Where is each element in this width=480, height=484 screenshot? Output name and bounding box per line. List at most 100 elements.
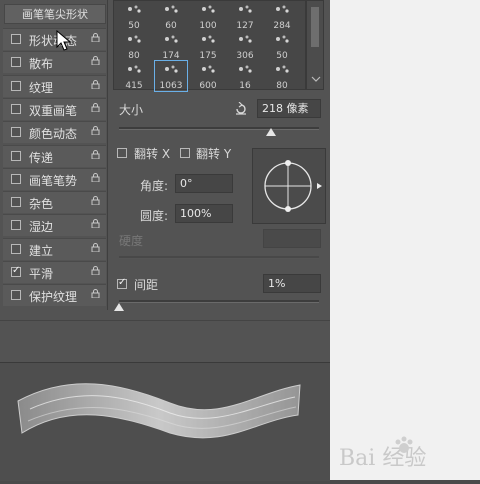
sidebar-item[interactable]: 形状动态 [3,28,106,50]
canvas-area [330,0,480,480]
sidebar-item-checkbox[interactable] [11,243,21,254]
lock-icon[interactable] [91,33,100,42]
brush-preset[interactable]: 175 [192,31,224,61]
sidebar-item[interactable]: 纹理 [3,74,106,97]
size-input[interactable]: 218 像素 [257,99,321,118]
lock-icon[interactable] [91,126,100,136]
sidebar-item-checkbox[interactable] [11,57,21,68]
sidebar-item-checkbox[interactable] [11,265,21,277]
sidebar-item[interactable]: 散布 [3,51,106,74]
brush-preset[interactable]: 127 [229,1,261,31]
sidebar-item-label: 画笔笔势 [29,173,78,188]
brush-preset[interactable]: 16 [229,61,261,91]
reset-size-icon[interactable] [234,102,248,116]
sidebar-item-checkbox[interactable] [11,290,21,301]
sidebar-item-label: 双重画笔 [29,103,78,118]
lock-icon[interactable] [91,242,100,252]
sidebar-item-label: 传递 [29,150,54,165]
lock-icon[interactable] [91,102,100,112]
scrollbar-thumb[interactable] [311,7,319,47]
lock-icon[interactable] [91,79,100,89]
sidebar-item-checkbox[interactable] [11,34,21,44]
sidebar-item-checkbox[interactable] [11,127,21,138]
sidebar-item-checkbox[interactable] [11,103,21,114]
brush-size-label: 600 [199,81,217,91]
angle-circle-icon[interactable] [253,149,325,223]
brush-size-label: 1063 [159,81,183,91]
sidebar-item[interactable]: 平滑 [3,261,106,283]
sidebar-item[interactable]: 画笔笔势 [3,167,106,190]
brush-tip-icon [276,5,289,13]
angle-input[interactable]: 0° [175,174,233,193]
size-slider[interactable] [119,127,319,130]
brush-preset[interactable]: 100 [192,1,224,31]
sidebar-item[interactable]: 颜色动态 [3,121,106,144]
brush-tip-icon [128,35,141,43]
spacing-input[interactable]: 1% [263,274,321,293]
brush-tip-icon [128,65,141,73]
brush-size-label: 100 [199,21,217,31]
lock-icon[interactable] [91,266,100,275]
sidebar-item[interactable]: 传递 [3,144,106,167]
sidebar-item[interactable]: 保护纹理 [3,284,106,307]
sidebar-item-label: 平滑 [29,267,54,281]
brush-preset[interactable]: 415 [118,61,150,91]
brush-preset[interactable]: 50 [266,31,298,61]
spacing-checkbox[interactable] [117,277,127,289]
brush-preset[interactable]: 284 [266,1,298,31]
brush-preset[interactable]: 80 [266,61,298,91]
spacing-slider-thumb[interactable] [114,303,124,311]
brush-size-label: 80 [276,81,288,91]
brush-tip-icon [276,65,289,73]
brush-settings-sidebar: 画笔笔尖形状 形状动态散布纹理双重画笔颜色动态传递画笔笔势杂色湿边建立平滑保护纹… [0,0,108,310]
brush-size-label: 175 [199,51,217,61]
lock-icon[interactable] [91,149,100,159]
sidebar-item-checkbox[interactable] [11,80,21,91]
sidebar-item[interactable]: 湿边 [3,214,106,237]
sidebar-item-checkbox[interactable] [11,150,21,161]
brush-tip-icon [202,65,215,73]
sidebar-item[interactable]: 杂色 [3,191,106,214]
flip-x-checkbox[interactable] [117,148,127,158]
sidebar-item-checkbox[interactable] [11,173,21,184]
sidebar-item[interactable]: 建立 [3,237,106,260]
brush-size-label: 50 [128,21,140,31]
lock-icon[interactable] [91,172,100,182]
brush-size-label: 174 [162,51,180,61]
sidebar-item-checkbox[interactable] [11,197,21,208]
sidebar-item-checkbox[interactable] [11,220,21,231]
brush-preset[interactable]: 1063 [154,60,188,92]
sidebar-item-label: 散布 [29,57,54,72]
watermark: Bai 经验 [335,432,475,472]
flip-y-checkbox[interactable] [180,148,190,158]
spacing-slider[interactable] [119,300,319,303]
brush-preset[interactable]: 60 [155,1,187,31]
lock-icon[interactable] [91,56,100,66]
brush-tip-icon [128,5,141,13]
hardness-slider [119,256,319,259]
brush-size-label: 80 [128,51,140,61]
brush-preset[interactable]: 306 [229,31,261,61]
sidebar-item-brush-tip-shape[interactable]: 画笔笔尖形状 [4,4,106,24]
brush-preset[interactable]: 80 [118,31,150,61]
brush-tip-icon [165,65,178,73]
angle-roundness-widget[interactable] [252,148,326,224]
lock-icon[interactable] [91,289,100,299]
brush-tip-icon [202,5,215,13]
brush-tip-icon [239,5,252,13]
brush-tip-icon [276,35,289,43]
brush-preset[interactable]: 600 [192,61,224,91]
sidebar-item[interactable]: 双重画笔 [3,97,106,120]
brush-preset[interactable]: 50 [118,1,150,31]
sidebar-item-label: 杂色 [29,197,54,212]
chevron-down-icon[interactable] [311,75,321,83]
sidebar-item-label: 保护纹理 [29,290,78,305]
size-slider-thumb[interactable] [266,128,276,136]
lock-icon[interactable] [91,219,100,229]
brush-tip-icon [165,5,178,13]
brush-grid-scrollbar[interactable] [306,0,324,90]
brush-preset[interactable]: 174 [155,31,187,61]
brush-tip-icon [202,35,215,43]
roundness-input[interactable]: 100% [175,204,233,223]
lock-icon[interactable] [91,196,100,206]
